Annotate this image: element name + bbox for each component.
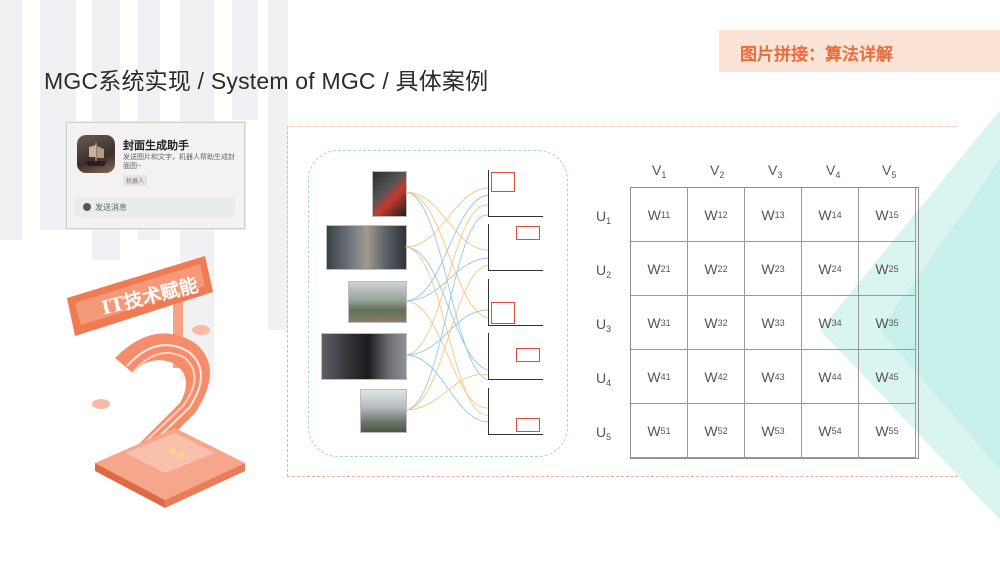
matrix-cell: W 52 [688,404,745,458]
crop-region [491,302,515,324]
matrix-cell: W 23 [745,242,802,296]
send-message-button[interactable]: 发送消息 [75,197,235,217]
bot-description: 发送图片和文字，机器人帮助生成封面图~ [123,154,235,170]
column-label: V1 [652,162,667,180]
matrix-cell: W 31 [631,296,688,350]
matrix-cell: W 45 [859,350,916,404]
matrix-cell: W 53 [745,404,802,458]
crop-region [516,348,540,362]
crop-region [491,172,515,192]
matrix-cell: W 13 [745,188,802,242]
matrix-cell: W 15 [859,188,916,242]
bot-chip: 机器人 [123,175,148,186]
row-label: U2 [596,262,612,280]
photo-building [360,389,407,433]
photo-objects [372,171,407,217]
matrix-cell: W 41 [631,350,688,404]
row-label: U3 [596,316,612,334]
matrix-cell: W 24 [802,242,859,296]
matrix-cell: W 32 [688,296,745,350]
crop-region [516,226,540,240]
matrix-cell: W 11 [631,188,688,242]
photo-office [348,281,407,323]
page-title: MGC系统实现 / System of MGC / 具体案例 [44,68,489,94]
matrix-cell: W 35 [859,296,916,350]
photo-person [326,225,407,270]
matrix-cell: W 55 [859,404,916,458]
row-label: U4 [596,370,612,388]
matrix-cell: W 25 [859,242,916,296]
matrix-cell: W 43 [745,350,802,404]
matrix-cell: W 21 [631,242,688,296]
matrix-cell: W 42 [688,350,745,404]
row-label: U1 [596,208,612,226]
send-message-label: 发送消息 [95,203,127,212]
matrix-cell: W 54 [802,404,859,458]
section-tag: 图片拼接：算法详解 [740,45,893,64]
column-label: V4 [826,162,841,180]
crop-region [516,418,540,432]
matrix-cell: W 44 [802,350,859,404]
column-label: V5 [882,162,897,180]
message-icon [83,203,91,211]
matrix-cell: W 34 [802,296,859,350]
column-label: V2 [710,162,725,180]
matrix-cell: W 51 [631,404,688,458]
bot-name: 封面生成助手 [123,140,189,152]
bot-app-card[interactable]: 封面生成助手 发送图片和文字，机器人帮助生成封面图~ 机器人 发送消息 [66,122,245,229]
matrix-cell: W 12 [688,188,745,242]
ship-icon [77,135,115,173]
weight-matrix: W 11 W 12 W 13 W 14 W 15 W 21 W 22 W 23 W 24 W 25 … [630,187,919,459]
column-label: V3 [768,162,783,180]
matrix-cell: W 22 [688,242,745,296]
matrix-cell: W 33 [745,296,802,350]
row-label: U5 [596,424,612,442]
photo-dog [321,333,407,380]
matrix-cell: W 14 [802,188,859,242]
content-frame-top [287,126,957,127]
